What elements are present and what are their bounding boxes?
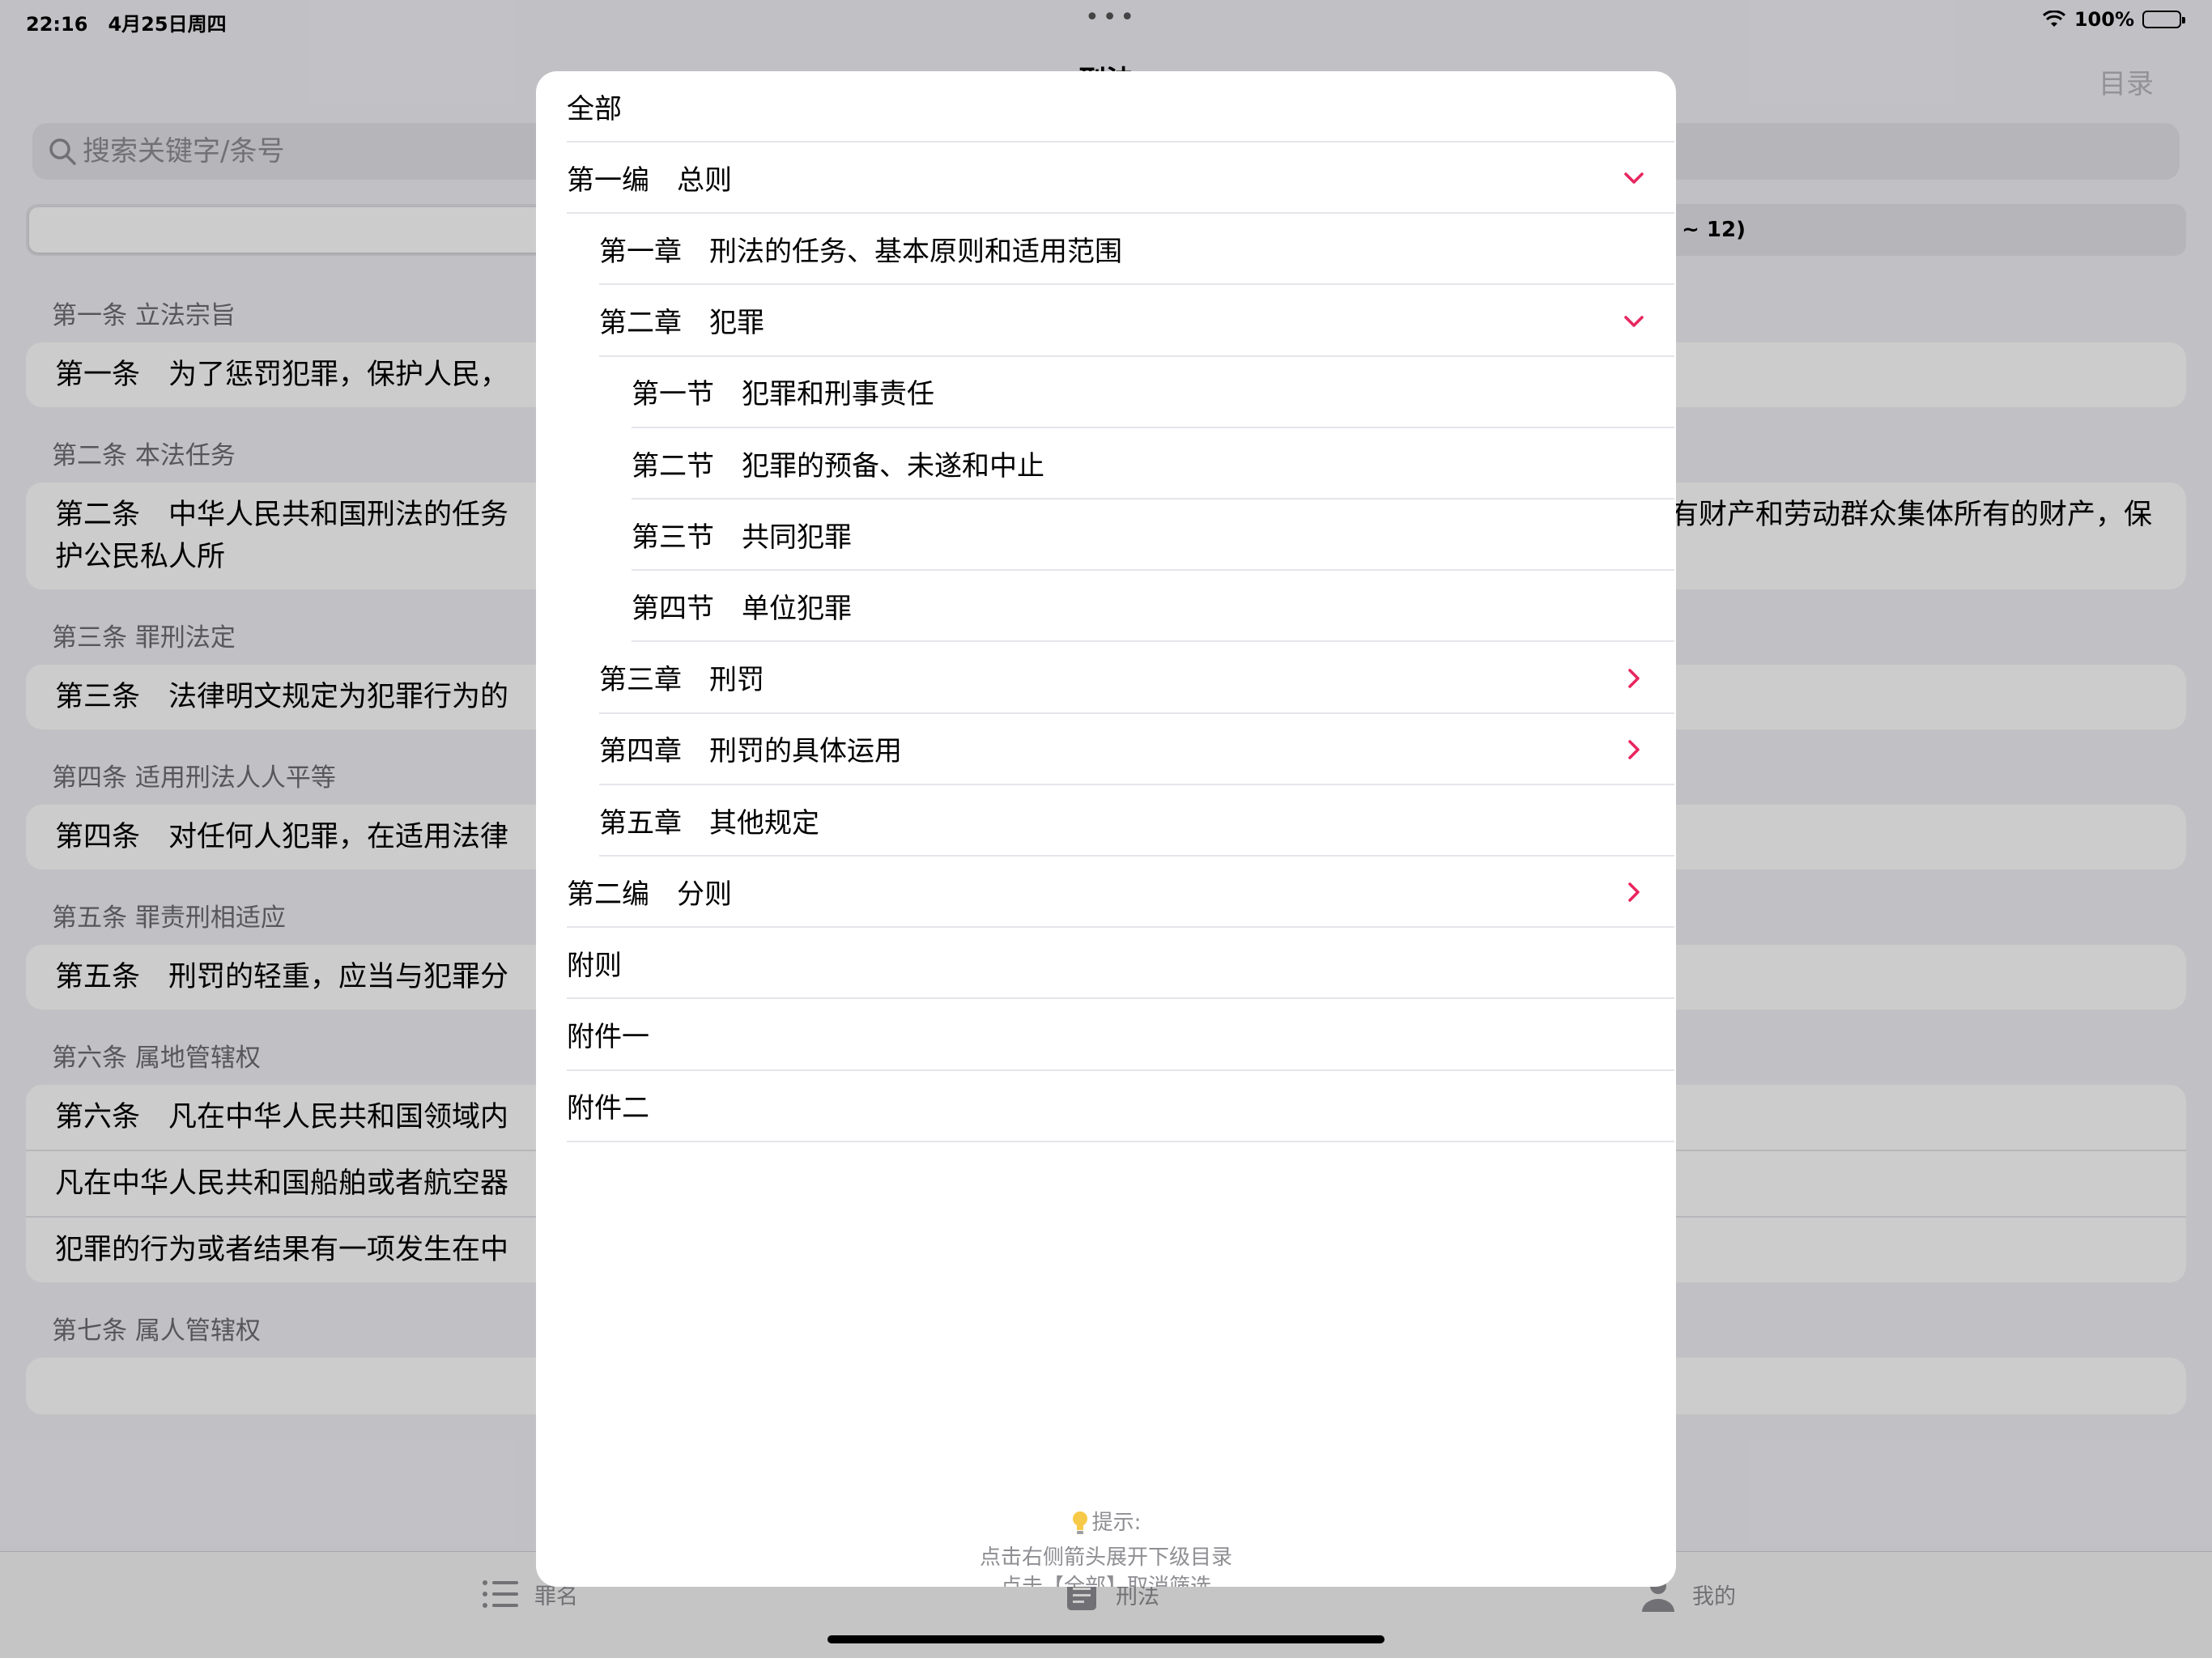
toc-item[interactable]: 第三节 共同犯罪 bbox=[632, 500, 1674, 572]
toc-item[interactable]: 附件二 bbox=[567, 1071, 1674, 1142]
toc-item-label: 第三章 刑罚 bbox=[599, 664, 764, 697]
toc-item[interactable]: 第五章 其他规定 bbox=[599, 785, 1674, 857]
chevron-right-icon[interactable] bbox=[1621, 879, 1647, 905]
chevron-down-icon[interactable] bbox=[1621, 308, 1647, 334]
chevron-right-icon[interactable] bbox=[1621, 737, 1647, 763]
toc-item-label: 附件二 bbox=[567, 1092, 649, 1125]
toc-modal: 提示: 点击右侧箭头展开下级目录 点击【全部】取消筛选 全部第一编 总则第一章 … bbox=[536, 71, 1676, 1587]
hint-line-2: 点击【全部】取消筛选 bbox=[1000, 1575, 1211, 1587]
toc-item[interactable]: 附件一 bbox=[567, 1000, 1674, 1071]
toc-item[interactable]: 全部 bbox=[567, 71, 1674, 142]
hint-title: 提示: bbox=[1071, 1508, 1141, 1537]
toc-item[interactable]: 第一节 犯罪和刑事责任 bbox=[632, 357, 1674, 428]
chevron-down-icon[interactable] bbox=[1621, 165, 1647, 191]
toc-item-label: 第一节 犯罪和刑事责任 bbox=[632, 378, 934, 411]
toc-item-label: 第四节 单位犯罪 bbox=[632, 592, 852, 625]
toc-item-label: 第一编 总则 bbox=[567, 164, 732, 197]
toc-item-label: 第四章 刑罚的具体运用 bbox=[599, 735, 902, 768]
toc-item[interactable]: 第二编 分则 bbox=[567, 857, 1674, 929]
toc-item-label: 附件一 bbox=[567, 1021, 649, 1054]
toc-item-label: 第一章 刑法的任务、基本原则和适用范围 bbox=[599, 235, 1122, 268]
hint-line-1: 点击右侧箭头展开下级目录 bbox=[979, 1545, 1232, 1570]
toc-item[interactable]: 第一章 刑法的任务、基本原则和适用范围 bbox=[599, 214, 1674, 286]
toc-item[interactable]: 第二节 犯罪的预备、未遂和中止 bbox=[632, 428, 1674, 500]
toc-item-label: 附则 bbox=[567, 949, 622, 982]
toc-item[interactable]: 第一编 总则 bbox=[567, 142, 1674, 215]
toc-item[interactable]: 第四节 单位犯罪 bbox=[632, 571, 1674, 643]
toc-item[interactable]: 附则 bbox=[567, 928, 1674, 1000]
toc-item-label: 全部 bbox=[567, 92, 622, 125]
toc-item-label: 第二编 分则 bbox=[567, 878, 732, 911]
toc-item-label: 第三节 共同犯罪 bbox=[632, 521, 852, 554]
toc-hint: 提示: 点击右侧箭头展开下级目录 点击【全部】取消筛选 bbox=[536, 1508, 1676, 1587]
toc-item-label: 第二节 犯罪的预备、未遂和中止 bbox=[632, 449, 1044, 483]
toc-item[interactable]: 第四章 刑罚的具体运用 bbox=[599, 714, 1674, 785]
chevron-right-icon[interactable] bbox=[1621, 665, 1647, 691]
toc-item-label: 第五章 其他规定 bbox=[599, 806, 819, 840]
toc-item-label: 第二章 犯罪 bbox=[599, 307, 764, 340]
toc-item[interactable]: 第二章 犯罪 bbox=[599, 286, 1674, 357]
home-indicator[interactable] bbox=[827, 1635, 1385, 1643]
lightbulb-icon bbox=[1072, 1511, 1087, 1534]
toc-item[interactable]: 第三章 刑罚 bbox=[599, 643, 1674, 714]
